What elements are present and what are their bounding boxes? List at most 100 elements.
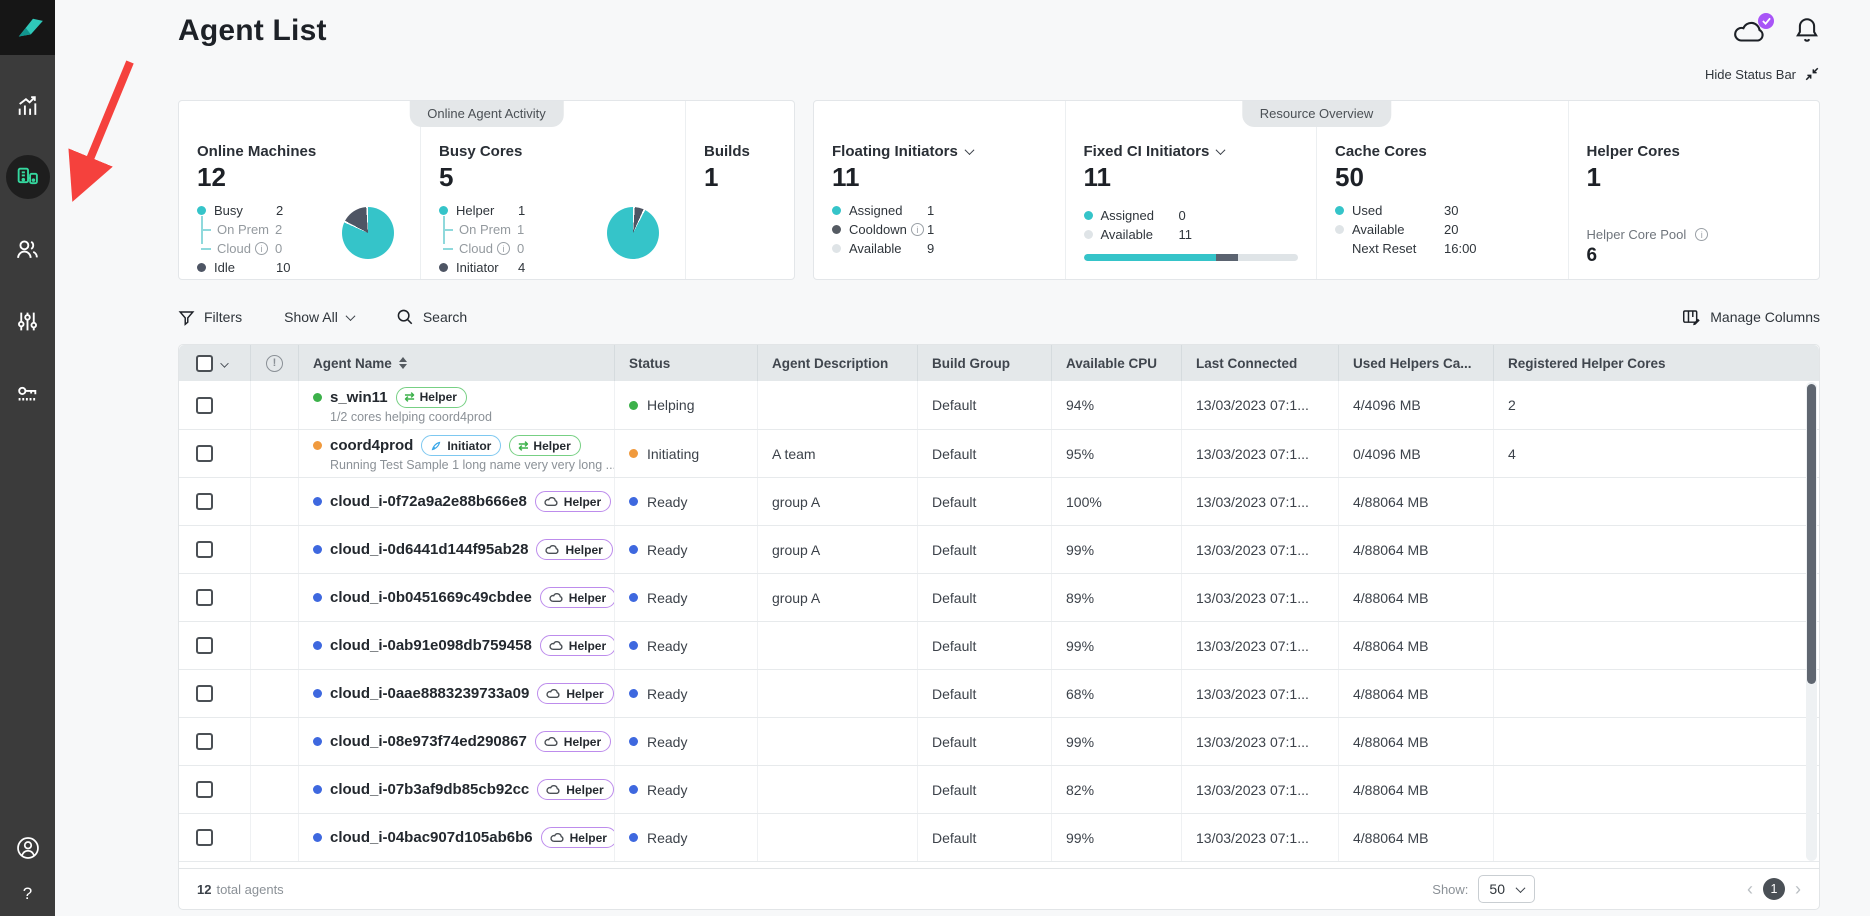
row-checkbox[interactable] xyxy=(196,589,213,606)
column-header-build-group[interactable]: Build Group xyxy=(918,345,1052,381)
row-checkbox[interactable] xyxy=(196,493,213,510)
agent-name[interactable]: cloud_i-0aae8883239733a09 xyxy=(330,685,529,702)
sidebar-item-settings[interactable] xyxy=(6,299,50,343)
row-select-cell xyxy=(179,622,251,669)
table-row[interactable]: cloud_i-0b0451669c49cbdeeHelperReadygrou… xyxy=(179,573,1819,621)
column-header-status[interactable]: Status xyxy=(615,345,758,381)
fixed-ci-initiators-title[interactable]: Fixed CI Initiators xyxy=(1084,143,1301,160)
sidebar-item-account[interactable] xyxy=(15,835,41,866)
column-header-agent-description[interactable]: Agent Description xyxy=(758,345,918,381)
row-checkbox[interactable] xyxy=(196,829,213,846)
builds-section: Builds 1 xyxy=(686,101,794,279)
cache-cores-title: Cache Cores xyxy=(1335,143,1552,160)
sort-icon[interactable] xyxy=(399,357,407,369)
page-size-select[interactable]: 50 xyxy=(1478,875,1535,903)
agent-name[interactable]: cloud_i-04bac907d105ab6b6 xyxy=(330,829,533,846)
cloud-icon xyxy=(544,496,559,507)
select-all-header[interactable] xyxy=(179,345,251,381)
sidebar-item-users[interactable] xyxy=(6,227,50,271)
agents-table: Agent Name Status Agent Description Buil… xyxy=(178,344,1820,910)
registered-cores-cell xyxy=(1494,718,1819,765)
table-body: s_win11⇄Helper1/2 cores helping coord4pr… xyxy=(179,381,1819,861)
row-checkbox[interactable] xyxy=(196,685,213,702)
current-page-button[interactable]: 1 xyxy=(1763,878,1785,900)
notifications-button[interactable] xyxy=(1794,16,1820,49)
row-checkbox[interactable] xyxy=(196,445,213,462)
table-row[interactable]: coord4prodInitiator⇄HelperRunning Test S… xyxy=(179,429,1819,477)
select-all-checkbox[interactable] xyxy=(196,355,213,372)
previous-page-button[interactable]: ‹ xyxy=(1747,880,1753,898)
table-row[interactable]: cloud_i-04bac907d105ab6b6HelperReadyDefa… xyxy=(179,813,1819,861)
column-header-registered-helper-cores[interactable]: Registered Helper Cores xyxy=(1494,345,1819,381)
table-scrollbar[interactable] xyxy=(1806,382,1817,861)
table-row[interactable]: cloud_i-0d6441d144f95ab28HelperReadygrou… xyxy=(179,525,1819,573)
table-row[interactable]: s_win11⇄Helper1/2 cores helping coord4pr… xyxy=(179,381,1819,429)
row-checkbox[interactable] xyxy=(196,733,213,750)
table-row[interactable]: cloud_i-07b3af9db85cb92ccHelperReadyDefa… xyxy=(179,765,1819,813)
scrollbar-thumb[interactable] xyxy=(1807,384,1816,684)
filters-button[interactable]: Filters xyxy=(178,309,242,326)
row-select-cell xyxy=(179,430,251,477)
agent-name[interactable]: cloud_i-0ab91e098db759458 xyxy=(330,637,532,654)
manage-columns-icon xyxy=(1682,308,1701,326)
sidebar-item-license[interactable] xyxy=(6,371,50,415)
agent-name[interactable]: cloud_i-08e973f74ed290867 xyxy=(330,733,527,750)
row-select-cell xyxy=(179,381,251,429)
row-alert-cell xyxy=(251,574,299,621)
build-group-cell: Default xyxy=(918,622,1052,669)
build-group-cell: Default xyxy=(918,814,1052,861)
last-connected-cell: 13/03/2023 07:1... xyxy=(1182,814,1339,861)
column-header-available-cpu[interactable]: Available CPU xyxy=(1052,345,1182,381)
search-button[interactable]: Search xyxy=(396,308,467,326)
column-header-used-helpers[interactable]: Used Helpers Ca... xyxy=(1339,345,1494,381)
badge-cloud: Helper xyxy=(540,635,615,656)
sidebar-item-analytics[interactable] xyxy=(6,83,50,127)
chevron-down-icon xyxy=(1216,145,1226,155)
row-alert-cell xyxy=(251,622,299,669)
legend-used: Used 30 xyxy=(1335,201,1552,220)
builds-title: Builds xyxy=(704,143,778,160)
row-checkbox[interactable] xyxy=(196,781,213,798)
table-row[interactable]: cloud_i-08e973f74ed290867HelperReadyDefa… xyxy=(179,717,1819,765)
row-checkbox[interactable] xyxy=(196,541,213,558)
column-header-last-connected[interactable]: Last Connected xyxy=(1182,345,1339,381)
show-all-dropdown[interactable]: Show All xyxy=(284,309,354,325)
machines-pie-chart xyxy=(342,207,394,259)
floating-initiators-title[interactable]: Floating Initiators xyxy=(832,143,1049,160)
legend-available: Available 11 xyxy=(1084,225,1301,244)
agent-name[interactable]: cloud_i-0f72a9a2e88b666e8 xyxy=(330,493,527,510)
agent-name-cell: cloud_i-0aae8883239733a09 Helper xyxy=(299,670,615,717)
row-select-cell xyxy=(179,718,251,765)
sidebar-item-help[interactable]: ? xyxy=(23,884,32,904)
registered-cores-cell: 4 xyxy=(1494,430,1819,477)
registered-cores-cell xyxy=(1494,622,1819,669)
manage-columns-button[interactable]: Manage Columns xyxy=(1682,308,1820,326)
info-icon xyxy=(911,223,924,236)
column-header-agent-name[interactable]: Agent Name xyxy=(299,345,615,381)
hide-status-bar-button[interactable]: Hide Status Bar xyxy=(1705,66,1820,82)
table-row[interactable]: cloud_i-0aae8883239733a09HelperReadyDefa… xyxy=(179,669,1819,717)
agent-name[interactable]: coord4prod xyxy=(330,437,413,454)
row-checkbox[interactable] xyxy=(196,637,213,654)
sidebar-item-agents[interactable] xyxy=(6,155,50,199)
agent-name[interactable]: cloud_i-07b3af9db85cb92cc xyxy=(330,781,529,798)
agent-name[interactable]: cloud_i-0b0451669c49cbdee xyxy=(330,589,532,606)
legend-available: Available 20 xyxy=(1335,220,1552,239)
status-dot xyxy=(629,449,638,458)
cloud-icon xyxy=(544,736,559,747)
row-select-cell xyxy=(179,574,251,621)
sidebar: ? xyxy=(0,0,55,916)
table-row[interactable]: cloud_i-0ab91e098db759458HelperReadyDefa… xyxy=(179,621,1819,669)
registered-cores-cell xyxy=(1494,766,1819,813)
page-title: Agent List xyxy=(178,0,1820,48)
table-row[interactable]: cloud_i-0f72a9a2e88b666e8HelperReadygrou… xyxy=(179,477,1819,525)
agent-name[interactable]: cloud_i-0d6441d144f95ab28 xyxy=(330,541,528,558)
next-page-button[interactable]: › xyxy=(1795,880,1801,898)
cloud-status-button[interactable] xyxy=(1732,17,1768,49)
agent-status-dot xyxy=(313,393,322,402)
agent-name[interactable]: s_win11 xyxy=(330,389,388,406)
row-checkbox[interactable] xyxy=(196,397,213,414)
search-icon xyxy=(396,308,414,326)
badge-cloud: Helper xyxy=(537,683,613,704)
build-group-cell: Default xyxy=(918,526,1052,573)
